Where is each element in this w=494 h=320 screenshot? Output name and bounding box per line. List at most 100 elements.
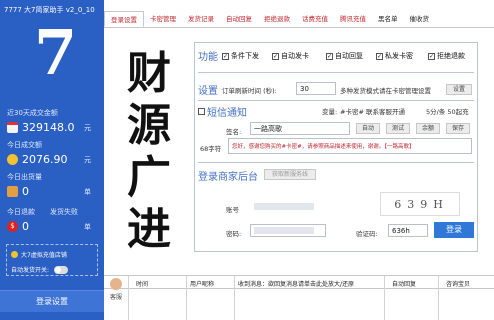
- divider: [198, 100, 474, 101]
- calendar-icon: [7, 122, 18, 133]
- checkbox-auto-card[interactable]: ✓ 自动发卡: [272, 51, 309, 61]
- settings-button[interactable]: 设置: [446, 84, 472, 95]
- stat-unit: 单: [84, 187, 91, 196]
- refresh-label: 订单刷新时间 (秒):: [222, 87, 277, 95]
- store-level-number: 7: [34, 16, 78, 89]
- sms-price-text: 5分/条 50起充: [426, 108, 469, 116]
- tab-phone-recharge[interactable]: 话费充值: [296, 11, 334, 27]
- stat-value-refund: $ 0 单: [7, 220, 91, 233]
- calligraphy-char: 源: [127, 100, 171, 151]
- stat-label-30d: 近30天成交金额: [7, 109, 58, 117]
- calligraphy-char: 财: [127, 48, 171, 99]
- blurred-password: [254, 227, 314, 234]
- tab-urge-receipt[interactable]: 催收货: [404, 11, 436, 27]
- checkbox-label: 条件下发: [231, 52, 259, 60]
- checkbox-mark[interactable]: ✓: [376, 52, 383, 60]
- checkbox-conditional-send[interactable]: ✓ 条件下发: [222, 51, 259, 61]
- sms-save-button[interactable]: 保存: [446, 123, 470, 134]
- column-divider: [234, 275, 235, 320]
- sms-auto-button[interactable]: 自动: [356, 123, 380, 134]
- stat-unit: 元: [84, 123, 91, 132]
- auto-ship-toggle[interactable]: [54, 265, 69, 274]
- checkbox-private-card[interactable]: ✓ 私发卡密: [376, 51, 413, 61]
- divider: [198, 162, 474, 163]
- merchant-login-button[interactable]: 登录: [434, 222, 474, 238]
- stat-label-ship-fail: 发货失败: [50, 208, 78, 216]
- settings-title: 设置: [198, 86, 218, 97]
- stat-label-today-shipped: 今日出货量: [7, 173, 42, 181]
- stat-label-today-amount: 今日成交额: [7, 141, 42, 149]
- stat-unit: 单: [84, 222, 91, 231]
- checkbox-label: 拒绝退款: [437, 52, 465, 60]
- column-divider: [128, 275, 129, 320]
- column-time: 时间: [136, 281, 149, 288]
- stat-value-30d: 329148.0 元: [7, 121, 91, 134]
- auto-ship-label: 自动发货开关:: [11, 267, 50, 274]
- checkbox-mark[interactable]: ✓: [222, 52, 229, 60]
- merchant-title: 登录商家后台: [198, 172, 258, 183]
- divider: [198, 72, 474, 73]
- tab-refuse-refund[interactable]: 拒绝退款: [258, 11, 296, 27]
- get-server-button[interactable]: 获取新服务线: [264, 169, 316, 180]
- tab-auto-reply[interactable]: 自动回复: [220, 11, 258, 27]
- tab-card-management[interactable]: 卡密管理: [144, 11, 182, 27]
- checkbox-label: 自动发卡: [281, 52, 309, 60]
- stat-today-amount: 2076.90: [22, 153, 68, 166]
- captcha-input[interactable]: 636h: [388, 224, 428, 237]
- window-title: 7777 大7简家助手 v2_0_10: [4, 6, 95, 14]
- vip-icon: [11, 251, 18, 258]
- stat-today-shipped: 0: [22, 185, 29, 198]
- password-input[interactable]: [250, 224, 326, 237]
- checkbox-mark[interactable]: ✓: [272, 52, 279, 60]
- account-input[interactable]: [250, 200, 326, 213]
- column-message[interactable]: 收到消息：欲回复消息请单击此处放大/还原: [238, 279, 354, 288]
- tab-shipping-records[interactable]: 发货记录: [182, 11, 220, 27]
- column-divider: [438, 275, 439, 320]
- account-label: 账号: [226, 206, 239, 214]
- stat-30d-amount: 329148.0: [22, 121, 75, 134]
- checkbox-auto-reply[interactable]: ✓ 自动回复: [326, 51, 363, 61]
- checkbox-mark[interactable]: ✓: [326, 52, 333, 60]
- sms-test-button[interactable]: 测试: [386, 123, 410, 134]
- auto-ship-toggle-row: 自动发货开关:: [11, 265, 69, 274]
- store-name[interactable]: 大7虚拟充值店铺: [11, 250, 67, 259]
- column-divider: [186, 275, 187, 320]
- checkbox-refuse-refund[interactable]: ✓ 拒绝退款: [428, 51, 465, 61]
- sms-balance-button[interactable]: 余额: [416, 123, 440, 134]
- tab-blacklist[interactable]: 黑名单: [372, 11, 404, 27]
- sms-variable-text: #卡密# 联系客服开通: [340, 108, 405, 116]
- customer-service-avatar-icon[interactable]: [110, 278, 122, 290]
- stat-value-today-amount: 2076.90 元: [7, 153, 91, 166]
- tab-login-settings[interactable]: 登录设置: [104, 11, 144, 27]
- calligraphy-char: 进: [127, 204, 171, 255]
- blurred-account: [254, 203, 314, 210]
- column-auto-reply: 自动回复: [392, 281, 417, 288]
- sms-template-input[interactable]: 您好，感谢您购买的#卡密#，请参照商品描述来使用，谢谢。【一路高歌】: [228, 138, 472, 154]
- refresh-interval-input[interactable]: 30: [296, 82, 336, 95]
- column-divider: [384, 275, 385, 320]
- box-icon: [7, 186, 18, 197]
- sign-input[interactable]: 一路高歌: [250, 122, 350, 135]
- dollar-icon: $: [7, 221, 18, 232]
- coin-icon: [7, 154, 18, 165]
- stat-label-refund: 今日退款: [7, 208, 35, 216]
- main-tabs: 登录设置 卡密管理 发货记录 自动回复 拒绝退款 话费充值 腾讯充值 黑名单 催…: [104, 10, 494, 28]
- column-item: 咨询宝贝: [446, 281, 471, 288]
- tab-tencent-recharge[interactable]: 腾讯充值: [334, 11, 372, 27]
- checkbox-mark[interactable]: ✓: [428, 52, 435, 60]
- column-nickname: 用户昵称: [190, 281, 215, 288]
- sign-label: 签名:: [226, 128, 242, 136]
- customer-service-label: 客服: [110, 294, 123, 301]
- captcha-image[interactable]: 639H: [380, 192, 460, 216]
- checkbox-label: 私发卡密: [385, 52, 413, 60]
- stat-unit: 元: [84, 155, 91, 164]
- sms-variable-label: 变量:: [322, 108, 338, 116]
- features-title: 功能: [198, 52, 218, 63]
- calligraphy-char: 广: [127, 152, 171, 203]
- sms-notify-checkbox[interactable]: 短信通知: [198, 104, 247, 119]
- store-promo-box: 大7虚拟充值店铺 自动发货开关:: [6, 244, 98, 276]
- checkbox-label: 自动回复: [335, 52, 363, 60]
- login-settings-button[interactable]: 登录设置: [0, 290, 104, 312]
- password-label: 密码:: [226, 230, 242, 238]
- checkbox-mark[interactable]: [198, 108, 205, 115]
